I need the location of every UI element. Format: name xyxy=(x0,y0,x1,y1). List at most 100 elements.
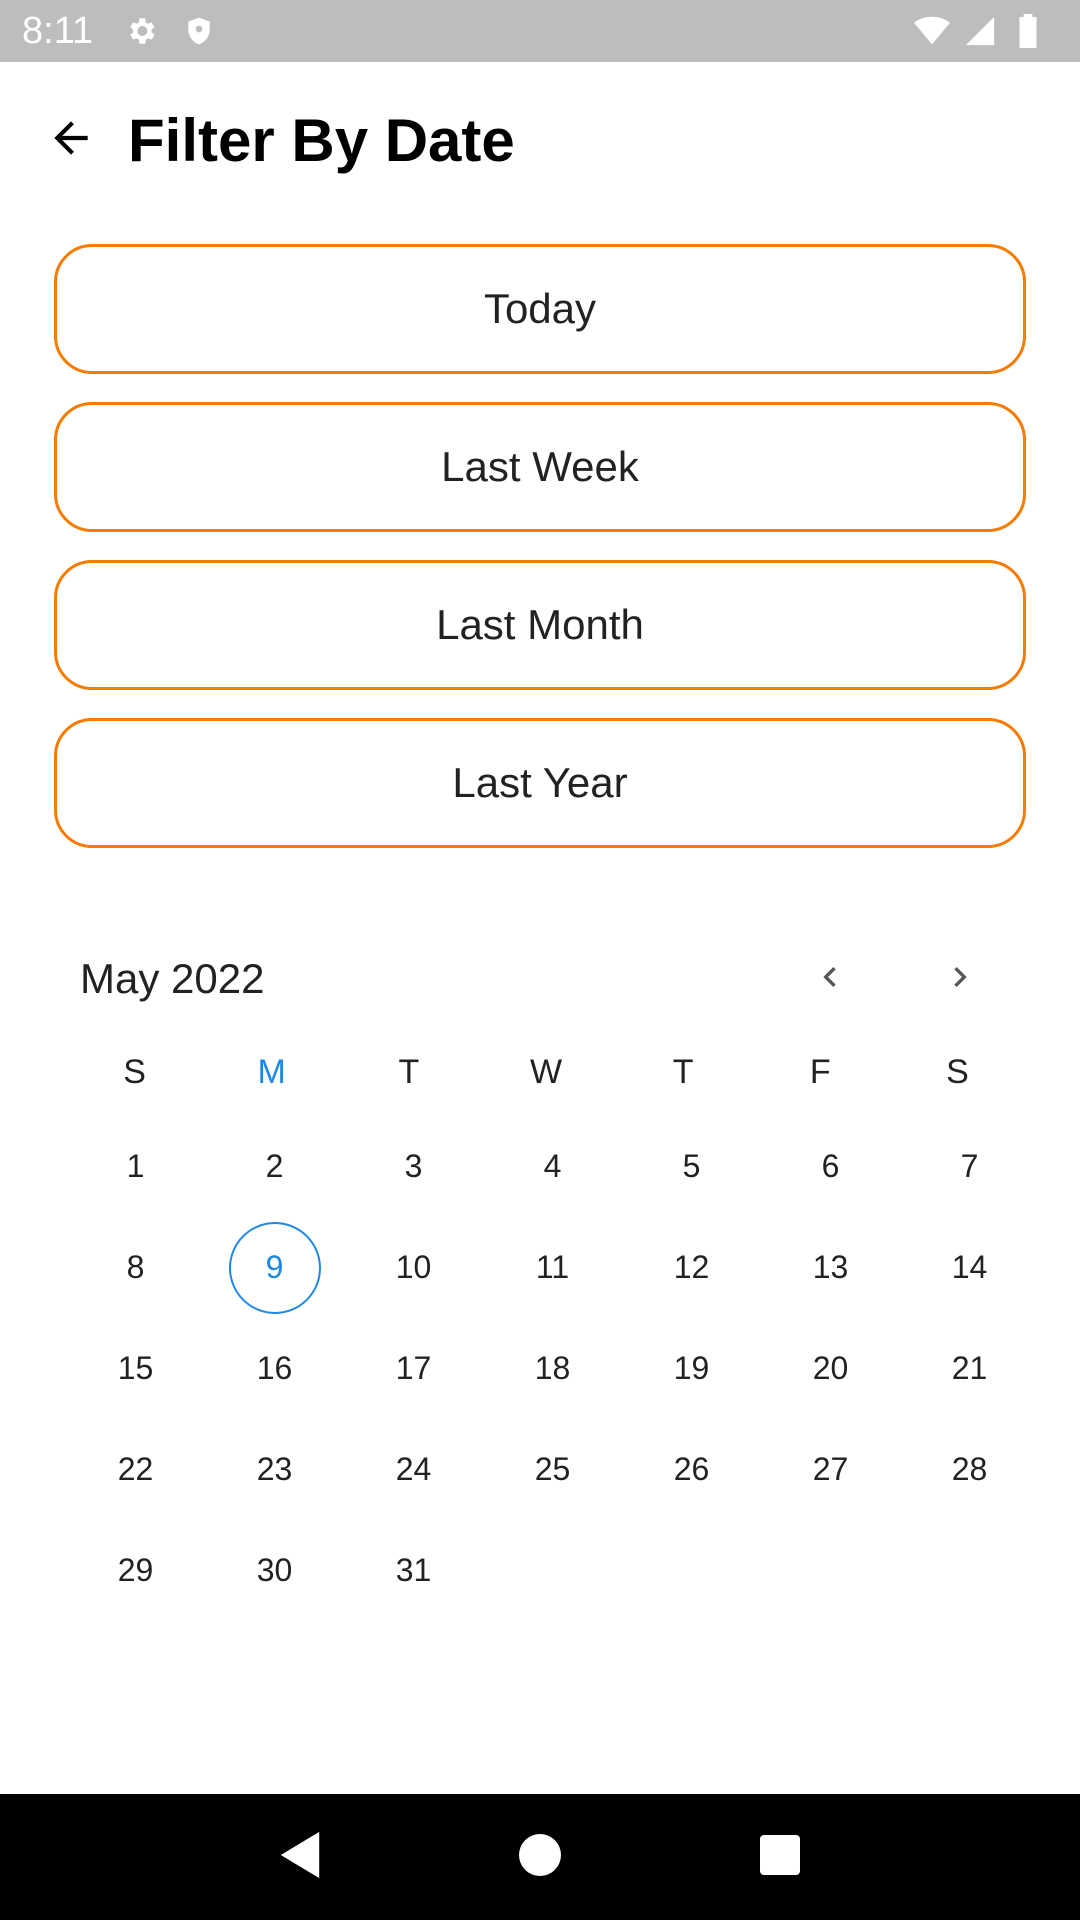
calendar-day-label: 3 xyxy=(404,1148,423,1184)
calendar-day-label: 9 xyxy=(228,1221,321,1314)
calendar-day-label: 31 xyxy=(395,1552,432,1588)
calendar-day[interactable]: 2 xyxy=(205,1116,344,1217)
calendar-day-label: 17 xyxy=(395,1350,432,1386)
calendar-day[interactable]: 3 xyxy=(344,1116,483,1217)
calendar-day[interactable]: 13 xyxy=(761,1217,900,1318)
status-time: 8:11 xyxy=(22,9,94,52)
weekday-label: S xyxy=(123,1052,146,1091)
calendar-header: May 2022 xyxy=(66,930,1026,1028)
calendar-day-label: 21 xyxy=(951,1350,988,1386)
system-recents-button[interactable] xyxy=(745,1822,815,1892)
calendar-day-label: 24 xyxy=(395,1451,432,1487)
calendar-day[interactable]: 14 xyxy=(900,1217,1039,1318)
system-nav-bar xyxy=(0,1794,1080,1920)
calendar-day[interactable]: 11 xyxy=(483,1217,622,1318)
calendar-day-label: 27 xyxy=(812,1451,849,1487)
calendar-day-label: 4 xyxy=(543,1148,562,1184)
back-button[interactable] xyxy=(36,105,106,175)
calendar-day-today[interactable]: 9 xyxy=(205,1217,344,1318)
calendar-day[interactable]: 6 xyxy=(761,1116,900,1217)
calendar-day[interactable]: 12 xyxy=(622,1217,761,1318)
calendar-day[interactable]: 30 xyxy=(205,1520,344,1621)
weekday-row: SMTWTFS xyxy=(66,1028,1026,1116)
calendar-day[interactable]: 24 xyxy=(344,1419,483,1520)
filter-options: Today Last Week Last Month Last Year xyxy=(54,244,1026,876)
calendar-day-label: 1 xyxy=(126,1148,145,1184)
calendar-day-label: 12 xyxy=(673,1249,710,1285)
weekday-label: M xyxy=(257,1052,286,1091)
calendar-day[interactable]: 28 xyxy=(900,1419,1039,1520)
weekday-label: T xyxy=(672,1052,694,1091)
calendar-day-label: 8 xyxy=(126,1249,145,1285)
calendar-day-label: 16 xyxy=(256,1350,293,1386)
calendar-day[interactable]: 27 xyxy=(761,1419,900,1520)
calendar-day-label: 14 xyxy=(951,1249,988,1285)
calendar-day-label: 25 xyxy=(534,1451,571,1487)
system-back-button[interactable] xyxy=(265,1822,335,1892)
calendar-day[interactable]: 25 xyxy=(483,1419,622,1520)
filter-last-year-button[interactable]: Last Year xyxy=(54,718,1026,848)
calendar-day[interactable]: 26 xyxy=(622,1419,761,1520)
chevron-right-icon xyxy=(940,957,980,1002)
days-grid: 1 2 3 4 5 6 7 8 9 10 11 12 13 14 15 16 17 18 19 20 21 22 23 24 2… xyxy=(66,1116,1039,1621)
calendar-day-label: 2 xyxy=(265,1148,284,1184)
calendar-day[interactable]: 17 xyxy=(344,1318,483,1419)
calendar-day-label: 19 xyxy=(673,1350,710,1386)
filter-today-button[interactable]: Today xyxy=(54,244,1026,374)
back-triangle-icon xyxy=(278,1830,322,1885)
calendar-day[interactable]: 16 xyxy=(205,1318,344,1419)
shield-icon xyxy=(181,13,217,49)
calendar-day[interactable]: 1 xyxy=(66,1116,205,1217)
calendar-day-label: 30 xyxy=(256,1552,293,1588)
weekday-label: F xyxy=(809,1052,831,1091)
weekday-label: W xyxy=(529,1052,563,1091)
calendar-day[interactable]: 21 xyxy=(900,1318,1039,1419)
app-header: Filter By Date xyxy=(0,62,1080,218)
weekday-label: S xyxy=(946,1052,969,1091)
calendar-day-label: 29 xyxy=(117,1552,154,1588)
weekday-label: T xyxy=(398,1052,420,1091)
calendar-day-label: 10 xyxy=(395,1249,432,1285)
calendar-day[interactable]: 7 xyxy=(900,1116,1039,1217)
calendar-day-label: 15 xyxy=(117,1350,154,1386)
filter-last-week-button[interactable]: Last Week xyxy=(54,402,1026,532)
calendar-day-label: 28 xyxy=(951,1451,988,1487)
calendar-day-label: 13 xyxy=(812,1249,849,1285)
calendar-day-label: 7 xyxy=(960,1148,979,1184)
calendar-day[interactable]: 18 xyxy=(483,1318,622,1419)
previous-month-button[interactable] xyxy=(790,939,870,1019)
battery-icon xyxy=(1010,13,1046,49)
calendar: May 2022 SMTWTFS 1 2 3 4 5 6 7 8 9 10 11 12 13 14 15 16… xyxy=(66,930,1026,1621)
calendar-day[interactable]: 15 xyxy=(66,1318,205,1419)
calendar-day[interactable]: 20 xyxy=(761,1318,900,1419)
signal-icon xyxy=(962,13,998,49)
page-title: Filter By Date xyxy=(128,106,515,174)
chevron-left-icon xyxy=(810,957,850,1002)
calendar-day[interactable]: 5 xyxy=(622,1116,761,1217)
calendar-day-label: 22 xyxy=(117,1451,154,1487)
gear-icon xyxy=(123,13,159,49)
system-home-button[interactable] xyxy=(505,1822,575,1892)
calendar-day[interactable]: 8 xyxy=(66,1217,205,1318)
calendar-day[interactable]: 31 xyxy=(344,1520,483,1621)
calendar-day-label: 11 xyxy=(535,1249,570,1285)
calendar-day-label: 18 xyxy=(534,1350,571,1386)
calendar-day-label: 23 xyxy=(256,1451,293,1487)
calendar-day[interactable]: 29 xyxy=(66,1520,205,1621)
calendar-day[interactable]: 4 xyxy=(483,1116,622,1217)
filter-last-month-button[interactable]: Last Month xyxy=(54,560,1026,690)
calendar-day[interactable]: 19 xyxy=(622,1318,761,1419)
calendar-day[interactable]: 10 xyxy=(344,1217,483,1318)
wifi-icon xyxy=(914,13,950,49)
home-circle-icon xyxy=(519,1833,561,1881)
recents-square-icon xyxy=(760,1834,800,1880)
status-bar: 8:11 xyxy=(0,0,1080,62)
arrow-left-icon xyxy=(46,113,96,168)
calendar-day-label: 20 xyxy=(812,1350,849,1386)
calendar-day-label: 5 xyxy=(682,1148,701,1184)
calendar-day-label: 6 xyxy=(821,1148,840,1184)
calendar-day[interactable]: 22 xyxy=(66,1419,205,1520)
calendar-day[interactable]: 23 xyxy=(205,1419,344,1520)
next-month-button[interactable] xyxy=(920,939,1000,1019)
calendar-month-label: May 2022 xyxy=(80,955,265,1002)
